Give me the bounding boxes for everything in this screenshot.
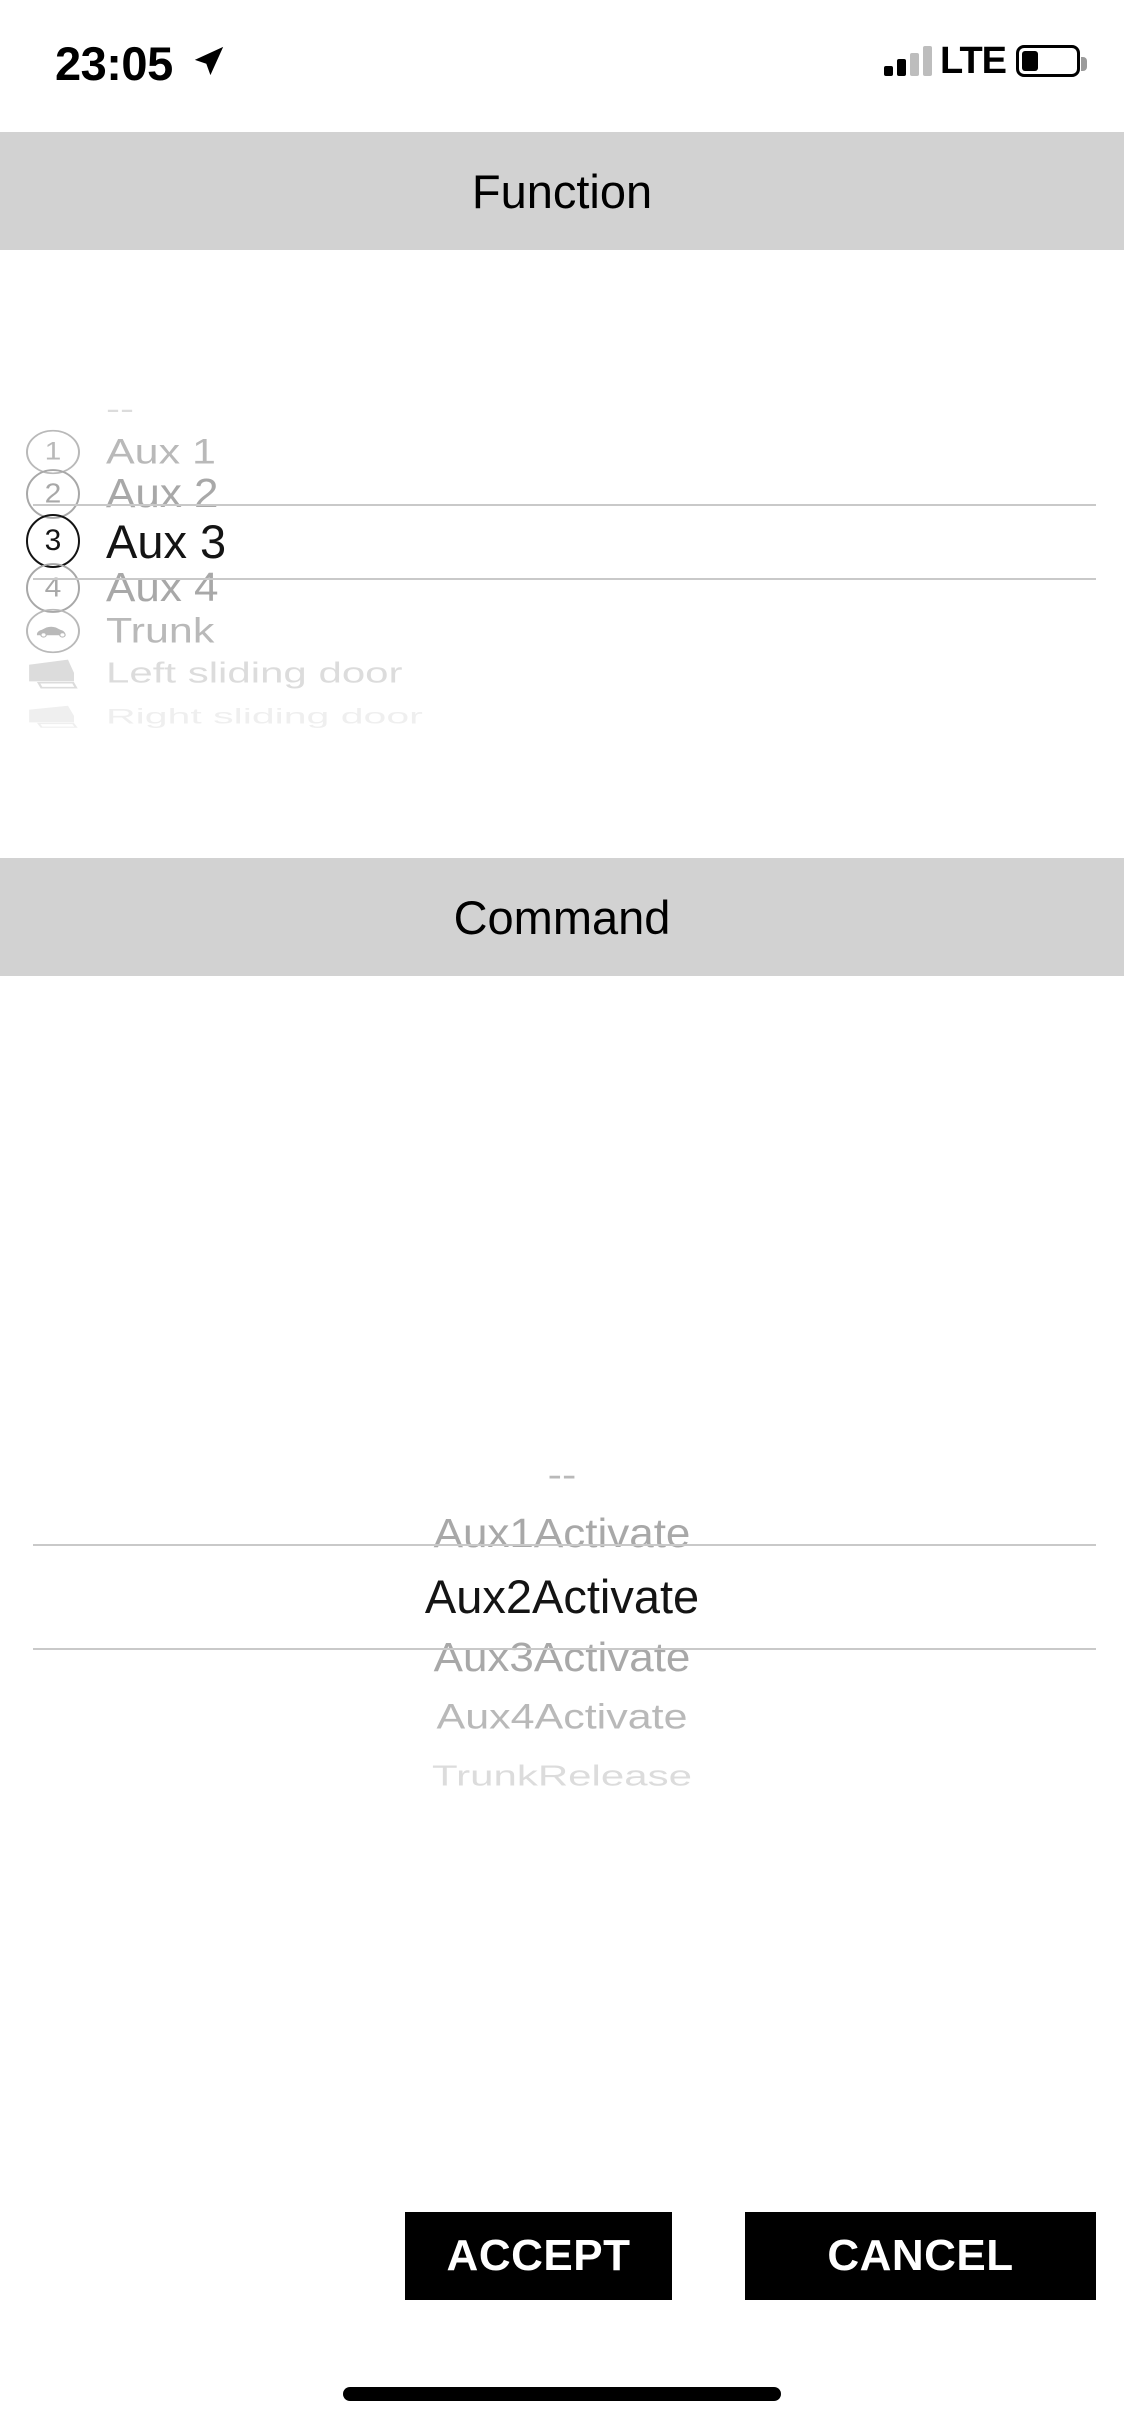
function-selection-line-bottom bbox=[33, 578, 1096, 580]
accept-button[interactable]: ACCEPT bbox=[405, 2212, 672, 2300]
function-section-header: Function bbox=[0, 132, 1124, 250]
network-type-label: LTE bbox=[940, 40, 1007, 82]
command-row-label: TrunkRelease bbox=[432, 1759, 692, 1792]
home-indicator[interactable] bbox=[343, 2387, 781, 2401]
sliding-door-icon bbox=[29, 705, 78, 728]
command-row-label: Aux3Activate bbox=[433, 1635, 691, 1681]
command-option-row[interactable]: Aux1Activate bbox=[0, 1503, 1124, 1566]
function-row-label: -- bbox=[106, 392, 134, 425]
function-row-label: Right sliding door bbox=[106, 703, 423, 728]
location-arrow-icon bbox=[194, 46, 224, 76]
function-header-label: Function bbox=[471, 164, 653, 218]
status-indicators: LTE bbox=[884, 40, 1087, 82]
function-option-row[interactable]: Right sliding door bbox=[0, 698, 1124, 733]
command-option-row[interactable]: -- bbox=[0, 1447, 1124, 1503]
command-option-row[interactable]: Aux3Activate bbox=[0, 1627, 1124, 1690]
command-row-label: Aux2Activate bbox=[424, 1569, 700, 1623]
function-row-icon bbox=[22, 605, 84, 656]
cellular-signal-icon bbox=[884, 46, 933, 76]
command-row-label: Aux1Activate bbox=[433, 1511, 691, 1557]
command-option-row[interactable]: Aux2Activate bbox=[0, 1562, 1124, 1630]
function-selection-line-top bbox=[33, 504, 1096, 506]
sliding-door-icon bbox=[29, 659, 78, 689]
command-selection-line-top bbox=[33, 1544, 1096, 1546]
phone-screen: 23:05 LTE Function -- 1 Aux 1 2 Aux 2 3 Aux 34… bbox=[0, 0, 1124, 2434]
command-section-header: Command bbox=[0, 858, 1124, 976]
battery-low-icon bbox=[1016, 45, 1087, 77]
function-option-row[interactable]: Left sliding door bbox=[0, 650, 1124, 696]
command-header-label: Command bbox=[453, 890, 671, 944]
function-row-icon bbox=[22, 699, 84, 731]
command-picker-wheel[interactable]: -- Aux1Activate Aux2Activate Aux3Activate Au… bbox=[0, 978, 1124, 2168]
status-bar: 23:05 LTE bbox=[0, 0, 1124, 132]
command-option-row[interactable]: TrunkRelease bbox=[0, 1753, 1124, 1799]
trunk-car-icon bbox=[26, 608, 80, 653]
function-row-icon bbox=[22, 652, 84, 694]
function-picker-wheel[interactable]: -- 1 Aux 1 2 Aux 2 3 Aux 3 4 Aux 4 Trunk Left slid… bbox=[0, 250, 1124, 858]
status-time: 23:05 bbox=[55, 37, 173, 90]
command-selection-line-bottom bbox=[33, 1648, 1096, 1650]
command-row-label: -- bbox=[547, 1454, 577, 1495]
function-row-label: Trunk bbox=[106, 610, 215, 650]
command-option-row[interactable]: Aux4Activate bbox=[0, 1689, 1124, 1745]
function-row-label: Left sliding door bbox=[106, 656, 403, 689]
cancel-button[interactable]: CANCEL bbox=[745, 2212, 1096, 2300]
command-row-label: Aux4Activate bbox=[436, 1696, 688, 1737]
